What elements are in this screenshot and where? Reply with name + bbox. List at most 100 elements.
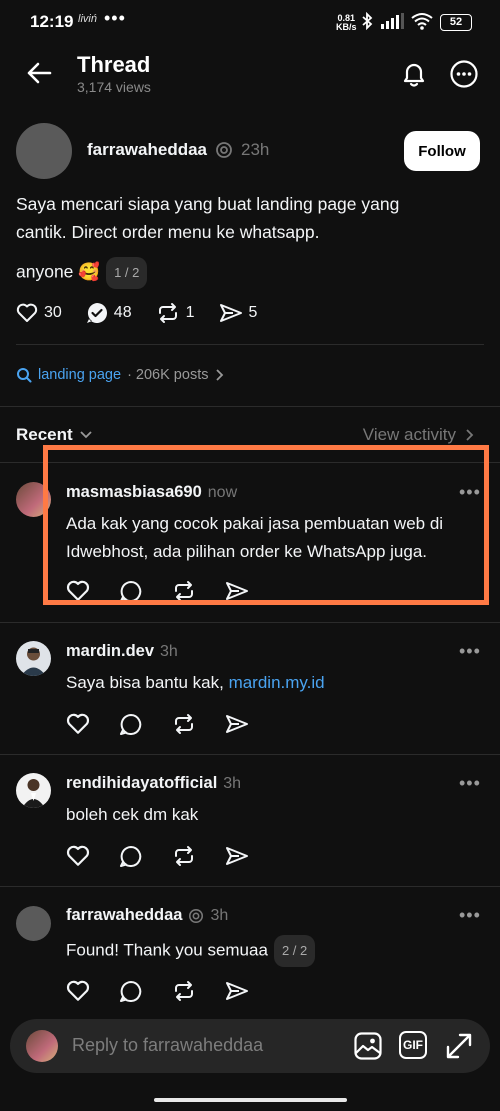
heart-icon[interactable]: [66, 845, 90, 867]
divider: [0, 886, 500, 887]
comment-more-icon[interactable]: •••: [459, 641, 481, 662]
post-time: 23h: [241, 140, 270, 159]
status-notification-dots: •••: [104, 8, 126, 28]
comment-actions: [66, 845, 249, 867]
comment-username[interactable]: farrawaheddaa: [66, 906, 182, 925]
search-icon: [16, 367, 32, 383]
topic-link[interactable]: landing page: [38, 367, 121, 383]
view-activity-link[interactable]: View activity: [363, 425, 474, 445]
signal-icon: [381, 13, 405, 29]
status-carrier-note: liviń: [78, 13, 97, 25]
comment-bubble-icon[interactable]: [119, 980, 143, 1002]
comment-bubble-icon[interactable]: [119, 845, 143, 867]
post-author-row: farrawaheddaa 23h: [87, 140, 269, 160]
sort-label: Recent: [16, 425, 73, 444]
comment-more-icon[interactable]: •••: [459, 773, 481, 794]
commenter-avatar[interactable]: [16, 906, 51, 941]
post-text-line: anyone 🥰: [16, 261, 101, 282]
comment-link[interactable]: mardin.my.id: [229, 673, 325, 692]
my-avatar: [26, 1030, 58, 1062]
chevron-right-icon: [464, 428, 474, 442]
status-bar: 12:19 liviń ••• 0.81 KB/s 52: [0, 0, 500, 42]
divider: [0, 754, 500, 755]
status-time: 12:19: [30, 12, 74, 31]
divider: [0, 406, 500, 407]
send-icon[interactable]: [225, 980, 249, 1002]
comment-text-content: Saya bisa bantu kak,: [66, 673, 224, 692]
heart-icon[interactable]: [66, 713, 90, 735]
wifi-icon: [410, 12, 434, 30]
comment-pager-badge: 2 / 2: [273, 935, 316, 967]
comment-header: rendihidayatofficial 3h: [66, 774, 241, 793]
post-username[interactable]: farrawaheddaa: [87, 140, 207, 160]
reply-check-icon: [86, 302, 108, 324]
reply-input[interactable]: Reply to farrawaheddaa: [72, 1035, 263, 1056]
reply-bar: Reply to farrawaheddaa GIF: [10, 1019, 490, 1073]
comment-username[interactable]: mardin.dev: [66, 642, 154, 661]
send-icon[interactable]: [225, 845, 249, 867]
comment-actions: [66, 980, 249, 1002]
status-speed-unit: KB/s: [336, 22, 357, 32]
bluetooth-icon: [361, 12, 373, 30]
follow-button[interactable]: Follow: [404, 131, 480, 171]
heart-icon: [16, 303, 38, 323]
repost-action[interactable]: 1: [156, 302, 195, 324]
comment-text: Found! Thank you semuaa 2 / 2: [66, 935, 486, 967]
comment-header: farrawaheddaa 3h: [66, 906, 228, 925]
post-text-last-row: anyone 🥰 1 / 2: [16, 257, 486, 289]
reply-action[interactable]: 48: [86, 302, 132, 324]
comment-text: boleh cek dm kak: [66, 805, 199, 824]
threads-badge-icon: [215, 141, 233, 159]
status-network-speed: 0.81 KB/s: [336, 14, 357, 32]
comment-time: 3h: [223, 775, 242, 792]
comment-username[interactable]: rendihidayatofficial: [66, 774, 217, 793]
post-body: Saya mencari siapa yang buat landing pag…: [16, 190, 486, 289]
comment-actions: [66, 713, 249, 735]
share-action[interactable]: 5: [219, 302, 258, 324]
share-count: 5: [248, 304, 258, 321]
comment-text-content: Found! Thank you semuaa: [66, 940, 268, 960]
send-icon[interactable]: [225, 713, 249, 735]
commenter-avatar[interactable]: [16, 773, 51, 808]
like-action[interactable]: 30: [16, 302, 62, 324]
bell-icon[interactable]: [399, 59, 429, 89]
comment-more-icon[interactable]: •••: [459, 905, 481, 926]
post-text-line: Saya mencari siapa yang buat landing pag…: [16, 194, 400, 214]
repost-count: 1: [185, 304, 195, 321]
battery-indicator: 52: [440, 14, 472, 31]
divider: [0, 622, 500, 623]
repost-icon[interactable]: [172, 713, 196, 735]
repost-icon[interactable]: [172, 980, 196, 1002]
page-title: Thread: [77, 52, 151, 77]
view-count: 3,174 views: [77, 79, 151, 95]
repost-icon: [156, 302, 180, 324]
image-picker-icon[interactable]: [353, 1031, 383, 1061]
topic-tag-row[interactable]: landing page · 206K posts: [16, 367, 224, 383]
home-indicator: [154, 1098, 347, 1102]
more-options-icon[interactable]: [449, 59, 479, 89]
comment-time: 3h: [210, 906, 229, 924]
comment-bubble-icon[interactable]: [119, 713, 143, 735]
chevron-right-icon: [214, 368, 224, 382]
author-avatar[interactable]: [16, 123, 72, 179]
repost-icon[interactable]: [172, 845, 196, 867]
comment-header: mardin.dev 3h: [66, 642, 178, 661]
heart-icon[interactable]: [66, 980, 90, 1002]
send-icon: [219, 302, 243, 324]
view-activity-label: View activity: [362, 425, 456, 444]
gif-picker-icon[interactable]: GIF: [399, 1031, 427, 1059]
post-pager-badge: 1 / 2: [106, 257, 148, 289]
comment-text: Saya bisa bantu kak, mardin.my.id: [66, 669, 486, 697]
divider: [16, 344, 484, 345]
expand-icon[interactable]: [444, 1031, 474, 1061]
comment-time: 3h: [160, 643, 178, 660]
topic-post-count: · 206K posts: [127, 367, 209, 383]
post-text-line: cantik. Direct order menu ke whatsapp.: [16, 222, 320, 242]
like-count: 30: [44, 304, 62, 321]
commenter-avatar[interactable]: [16, 641, 51, 676]
post-actions: 30 48 1 5: [16, 302, 257, 324]
chevron-down-icon: [79, 430, 93, 440]
threads-badge-icon: [188, 908, 204, 924]
sort-dropdown[interactable]: Recent: [16, 425, 93, 445]
back-arrow-icon[interactable]: [26, 60, 52, 86]
